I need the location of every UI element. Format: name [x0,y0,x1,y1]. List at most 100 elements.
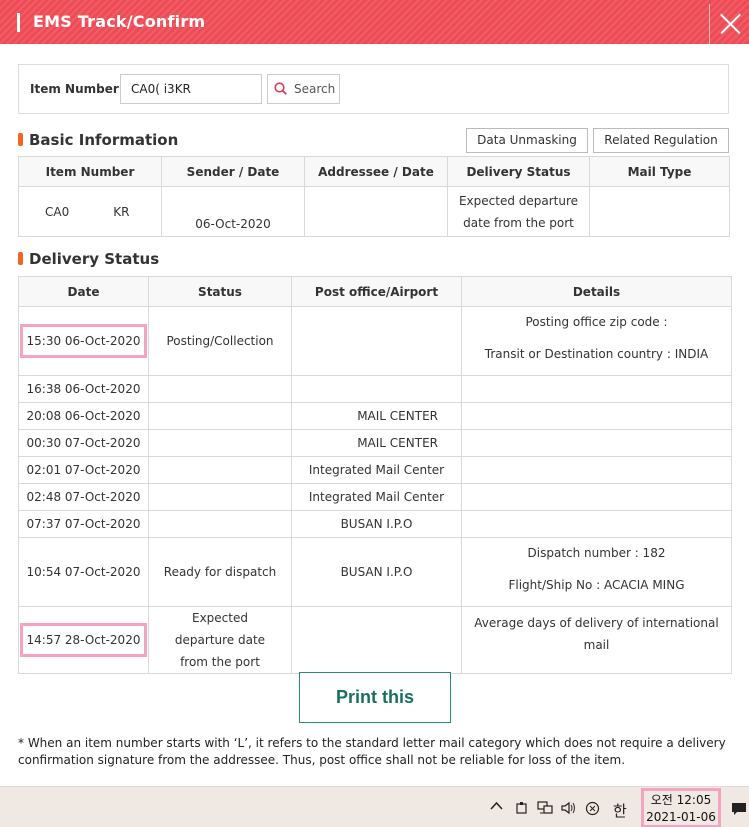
status-cell: Expected departure date from the port [148,606,292,674]
highlighted-date: 14:57 28-Oct-2020 [19,623,148,657]
date-cell: 16:38 06-Oct-2020 [18,375,149,403]
details-cell [461,429,732,457]
date-cell: 00:30 07-Oct-2020 [18,429,149,457]
notification-icon[interactable] [731,801,747,821]
ime-indicator[interactable]: 한 [613,800,627,821]
column-header: Post office/Airport [291,276,462,307]
clock[interactable]: 오전 12:05 2021-01-06 [641,788,721,827]
item-number-cell: CA0 KR [18,186,162,237]
office-cell: MAIL CENTER [291,402,462,430]
office-cell: Integrated Mail Center [291,456,462,484]
item-number-search-panel: Item Number CA0( i3KR Search [18,64,729,114]
item-number-suffix: KR [113,205,130,219]
date-cell: 15:30 06-Oct-2020 [18,306,149,376]
details-cell [461,375,732,403]
heading-marker [18,133,23,146]
date-cell: 10:54 07-Oct-2020 [18,537,149,607]
office-cell: BUSAN I.P.O [291,537,462,607]
basic-information-heading: Basic Information [18,131,178,149]
column-header: Delivery Status [447,156,590,187]
basic-information-title: Basic Information [29,131,179,149]
delivery-status-table: Date Status Post office/Airport Details … [18,276,732,674]
details-cell [461,510,732,538]
status-cell [148,402,292,430]
highlighted-date: 15:30 06-Oct-2020 [19,324,148,358]
details-cell [461,483,732,511]
details-line: Flight/Ship No : ACACIA MING [508,578,685,592]
meeting-icon[interactable] [515,801,529,819]
search-button[interactable]: Search [267,74,340,104]
table-row: 07:37 07-Oct-2020 BUSAN I.P.O [18,510,732,538]
table-row: 15:30 06-Oct-2020 Posting/Collection Pos… [18,306,732,376]
related-regulation-button[interactable]: Related Regulation [593,128,729,153]
details-cell [461,402,732,430]
heading-marker [18,252,23,265]
office-cell [291,606,462,674]
item-number-input[interactable]: CA0( i3KR [120,74,262,104]
sender-date-cell: 06-Oct-2020 [161,186,305,237]
delivery-status-cell: Expected departure date from the port [447,186,590,237]
title-bar: EMS Track/Confirm [0,0,749,44]
table-row: 14:57 28-Oct-2020 Expected departure dat… [18,606,732,674]
status-cell [148,483,292,511]
addressee-date-cell [304,186,448,237]
date-cell: 14:57 28-Oct-2020 [18,606,149,674]
clock-time: 오전 12:05 [650,793,712,807]
print-button[interactable]: Print this [299,672,451,723]
taskbar: 한 오전 12:05 2021-01-06 [0,786,749,827]
table-row: 00:30 07-Oct-2020 MAIL CENTER [18,429,732,457]
details-cell: Average days of delivery of internationa… [461,606,732,674]
details-line: Dispatch number : 182 [527,546,666,560]
volume-icon[interactable] [561,801,577,819]
date-cell: 02:48 07-Oct-2020 [18,483,149,511]
column-header: Details [461,276,732,307]
table-row: 02:48 07-Oct-2020 Integrated Mail Center [18,483,732,511]
table-header-row: Date Status Post office/Airport Details [18,276,732,307]
status-cell: Posting/Collection [148,306,292,376]
search-button-label: Search [294,82,336,96]
table-row: 02:01 07-Oct-2020 Integrated Mail Center [18,456,732,484]
office-cell [291,306,462,376]
details-cell: Dispatch number : 182 Flight/Ship No : A… [461,537,732,607]
table-row: 16:38 06-Oct-2020 [18,375,732,403]
title-accent-bar [17,13,20,32]
column-header: Sender / Date [161,156,305,187]
status-cell [148,429,292,457]
table-row: CA0 KR 06-Oct-2020 Expected departure dat… [18,186,730,237]
blocked-icon[interactable] [585,801,600,820]
details-cell: Posting office zip code : Transit or Des… [461,306,732,376]
clock-date: 2021-01-06 [646,810,716,824]
table-row: 20:08 06-Oct-2020 MAIL CENTER [18,402,732,430]
delivery-status-title: Delivery Status [29,250,160,268]
details-line: Posting office zip code : [525,315,668,329]
chevron-up-icon[interactable] [490,799,503,815]
office-cell: MAIL CENTER [291,429,462,457]
date-cell: 07:37 07-Oct-2020 [18,510,149,538]
column-header: Status [148,276,292,307]
item-number-label: Item Number [30,82,119,96]
network-icon[interactable] [537,801,553,819]
office-cell: BUSAN I.P.O [291,510,462,538]
date-cell: 02:01 07-Oct-2020 [18,456,149,484]
office-cell [291,375,462,403]
delivery-status-line: date from the port [463,215,574,230]
column-header: Mail Type [589,156,730,187]
data-unmasking-button[interactable]: Data Unmasking [466,128,588,153]
details-line: Transit or Destination country : INDIA [484,347,709,361]
table-row: 10:54 07-Oct-2020 Ready for dispatch BUS… [18,537,732,607]
column-header: Date [18,276,149,307]
window-title: EMS Track/Confirm [33,12,206,31]
column-header: Item Number [18,156,162,187]
delivery-status-heading: Delivery Status [18,250,159,268]
date-cell: 20:08 06-Oct-2020 [18,402,149,430]
basic-information-table: Item Number Sender / Date Addressee / Da… [18,156,730,237]
office-cell: Integrated Mail Center [291,483,462,511]
close-icon[interactable] [709,4,749,44]
mail-type-cell [589,186,730,237]
search-icon [274,82,287,95]
status-cell [148,510,292,538]
column-header: Addressee / Date [304,156,448,187]
item-number-prefix: CA0 [45,205,70,219]
details-cell [461,456,732,484]
status-cell [148,375,292,403]
